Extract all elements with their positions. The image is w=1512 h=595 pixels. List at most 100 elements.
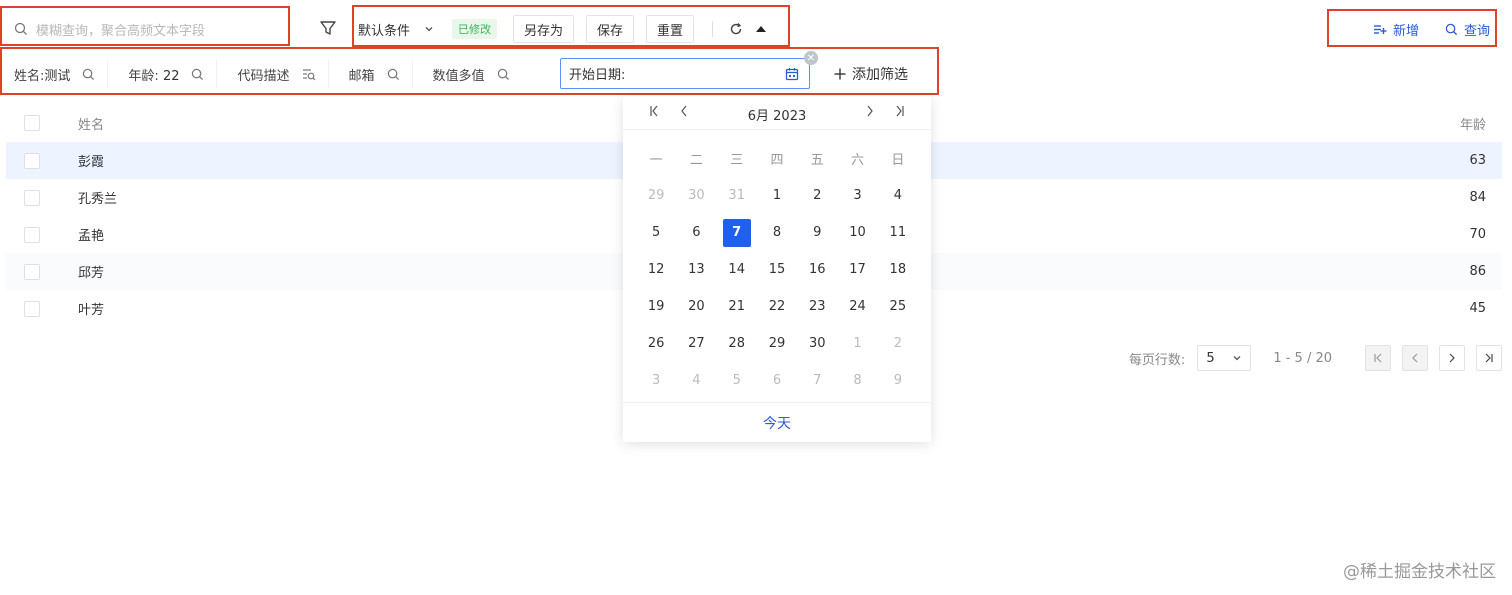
day-cell[interactable]: 1 xyxy=(837,325,877,362)
day-cell[interactable]: 20 xyxy=(676,288,716,325)
page-size-value: 5 xyxy=(1206,350,1215,366)
weekday-label: 一 xyxy=(649,153,663,168)
filter-email[interactable]: 邮箱 xyxy=(343,60,413,88)
row-checkbox[interactable] xyxy=(24,226,40,243)
today-button[interactable]: 今天 xyxy=(623,402,931,442)
search-placeholder: 模糊查询，聚合高频文本字段 xyxy=(36,23,206,39)
search-icon xyxy=(1445,23,1458,36)
day-cell[interactable]: 22 xyxy=(757,288,797,325)
next-year-button[interactable] xyxy=(895,105,905,121)
row-checkbox[interactable] xyxy=(24,300,40,317)
day-cell[interactable]: 12 xyxy=(636,251,676,288)
day-cell[interactable]: 6 xyxy=(676,214,716,251)
modified-badge: 已修改 xyxy=(452,19,498,39)
day-cell[interactable]: 3 xyxy=(636,362,676,399)
day-cell[interactable]: 4 xyxy=(878,177,918,214)
day-cell[interactable]: 8 xyxy=(757,214,797,251)
row-checkbox[interactable] xyxy=(24,189,40,206)
filter-row: 姓名:测试 年龄: 22 代码描述 邮箱 数值多值 xyxy=(8,60,536,88)
row-checkbox[interactable] xyxy=(24,152,40,169)
cell-age: 84 xyxy=(1469,190,1486,205)
filter-label: 年龄: xyxy=(128,68,159,84)
plus-icon xyxy=(834,68,846,80)
add-filter-button[interactable]: 添加筛选 xyxy=(834,64,908,84)
save-button[interactable]: 保存 xyxy=(586,15,635,43)
day-cell[interactable]: 8 xyxy=(837,362,877,399)
day-cell[interactable]: 28 xyxy=(717,325,757,362)
add-button[interactable]: 新增 xyxy=(1373,20,1419,39)
add-button-label: 新增 xyxy=(1392,23,1419,39)
next-page-button[interactable] xyxy=(1439,345,1465,371)
refresh-icon[interactable] xyxy=(729,22,743,36)
search-icon xyxy=(191,68,204,81)
prev-page-button[interactable] xyxy=(1402,345,1428,371)
day-cell[interactable]: 27 xyxy=(676,325,716,362)
last-page-button[interactable] xyxy=(1476,345,1502,371)
filter-name[interactable]: 姓名:测试 xyxy=(8,60,109,88)
column-header-age[interactable]: 年龄 xyxy=(1460,114,1486,133)
reset-button[interactable]: 重置 xyxy=(646,15,695,43)
day-cell[interactable]: 6 xyxy=(757,362,797,399)
calendar-icon[interactable] xyxy=(785,67,799,81)
day-cell[interactable]: 7 xyxy=(797,362,837,399)
day-cell[interactable]: 14 xyxy=(717,251,757,288)
first-page-button[interactable] xyxy=(1365,345,1391,371)
calendar-week: 26 27 28 29 30 1 2 xyxy=(636,325,918,362)
next-month-button[interactable] xyxy=(865,105,875,121)
day-cell[interactable]: 19 xyxy=(636,288,676,325)
date-picker-title[interactable]: 6月 2023 xyxy=(623,105,931,124)
day-cell[interactable]: 29 xyxy=(636,177,676,214)
day-cell[interactable]: 30 xyxy=(797,325,837,362)
day-cell[interactable]: 31 xyxy=(717,177,757,214)
selected-day: 7 xyxy=(722,218,751,247)
day-cell[interactable]: 30 xyxy=(676,177,716,214)
filter-icon[interactable] xyxy=(318,18,338,38)
day-cell[interactable]: 17 xyxy=(837,251,877,288)
cell-age: 86 xyxy=(1469,264,1486,279)
query-button[interactable]: 查询 xyxy=(1445,20,1490,39)
column-header-name[interactable]: 姓名 xyxy=(78,114,104,133)
cell-age: 45 xyxy=(1469,301,1486,316)
search-input[interactable]: 模糊查询，聚合高频文本字段 xyxy=(10,16,280,42)
day-cell[interactable]: 10 xyxy=(837,214,877,251)
filter-code-desc[interactable]: 代码描述 xyxy=(231,60,329,88)
day-cell[interactable]: 21 xyxy=(717,288,757,325)
day-cell[interactable]: 16 xyxy=(797,251,837,288)
search-icon xyxy=(497,68,510,81)
day-cell[interactable]: 15 xyxy=(757,251,797,288)
day-cell[interactable]: 29 xyxy=(757,325,797,362)
day-cell[interactable]: 5 xyxy=(717,362,757,399)
cell-name: 邱芳 xyxy=(78,266,105,281)
day-cell[interactable]: 26 xyxy=(636,325,676,362)
pagination: 每页行数: 5 1 - 5 / 20 xyxy=(1129,345,1502,371)
filter-multi-value[interactable]: 数值多值 xyxy=(427,60,522,88)
clear-icon[interactable]: ✕ xyxy=(804,51,818,65)
start-date-label: 开始日期: xyxy=(569,68,626,83)
chevron-down-icon xyxy=(1232,353,1242,363)
save-as-button[interactable]: 另存为 xyxy=(513,15,575,43)
day-cell[interactable]: 2 xyxy=(797,177,837,214)
day-cell[interactable]: 25 xyxy=(878,288,918,325)
day-cell[interactable]: 1 xyxy=(757,177,797,214)
day-cell[interactable]: 9 xyxy=(797,214,837,251)
day-cell[interactable]: 18 xyxy=(878,251,918,288)
day-cell[interactable]: 5 xyxy=(636,214,676,251)
day-cell[interactable]: 4 xyxy=(676,362,716,399)
day-cell[interactable]: 2 xyxy=(878,325,918,362)
caret-up-icon[interactable] xyxy=(755,24,767,34)
filter-age[interactable]: 年龄: 22 xyxy=(122,60,218,88)
day-cell[interactable]: 3 xyxy=(837,177,877,214)
page-size-select[interactable]: 5 xyxy=(1197,345,1252,371)
condition-select[interactable]: 默认条件 xyxy=(358,20,434,39)
day-cell[interactable]: 13 xyxy=(676,251,716,288)
day-cell[interactable]: 23 xyxy=(797,288,837,325)
search-icon xyxy=(387,68,400,81)
select-all-checkbox[interactable] xyxy=(24,115,40,131)
day-cell[interactable]: 11 xyxy=(878,214,918,251)
day-cell-selected[interactable]: 7 xyxy=(717,214,757,251)
start-date-field[interactable]: 开始日期: xyxy=(560,58,810,89)
row-checkbox[interactable] xyxy=(24,263,40,280)
day-cell[interactable]: 9 xyxy=(878,362,918,399)
day-cell[interactable]: 24 xyxy=(837,288,877,325)
cell-name: 叶芳 xyxy=(78,303,105,318)
